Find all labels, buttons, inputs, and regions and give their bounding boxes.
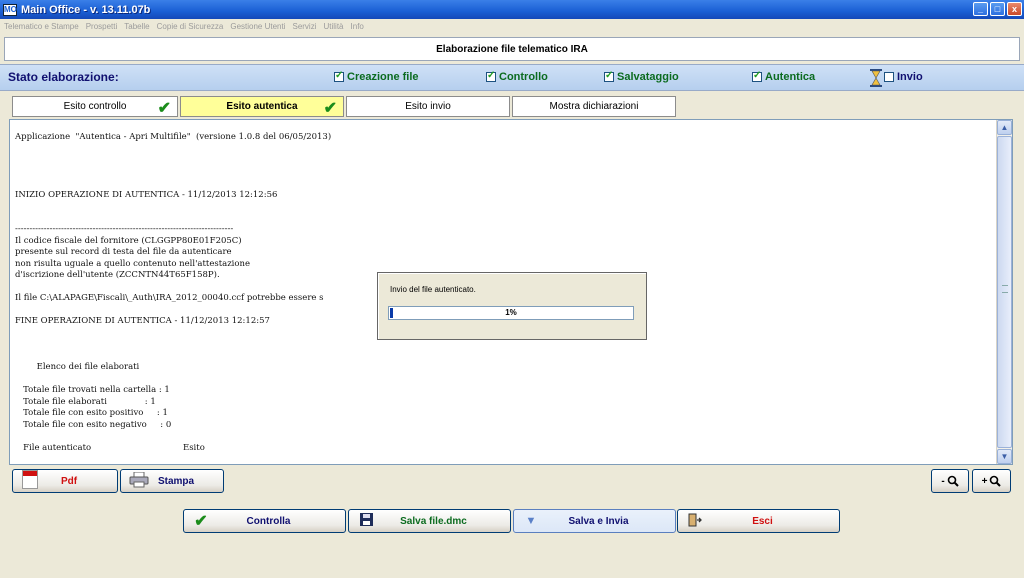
tab-label: Mostra dichiarazioni [549, 101, 639, 112]
tab-esito-controllo[interactable]: Esito controllo ✔ [12, 96, 178, 117]
controlla-button[interactable]: ✔ Controlla [183, 509, 346, 533]
magnifier-icon [947, 475, 959, 487]
checkbox-icon [486, 70, 496, 82]
step-label: Creazione file [347, 71, 419, 83]
checkbox-icon [884, 72, 894, 82]
step-invio: Invio [884, 71, 923, 83]
floppy-disk-icon [357, 513, 375, 529]
menu-tabelle[interactable]: Tabelle [124, 22, 149, 31]
checkbox-icon [604, 70, 614, 82]
menu-gestione-utenti[interactable]: Gestione Utenti [230, 22, 285, 31]
tab-esito-invio[interactable]: Esito invio [346, 96, 510, 117]
menu-telematico[interactable]: Telematico e Stampe [4, 22, 79, 31]
stampa-button[interactable]: Stampa [120, 469, 224, 493]
menu-info[interactable]: Info [351, 22, 364, 31]
button-content: + [973, 475, 1010, 487]
exit-door-icon [686, 513, 704, 530]
tab-mostra-dichiarazioni[interactable]: Mostra dichiarazioni [512, 96, 676, 117]
progress-percent: 1% [505, 308, 517, 317]
step-label: Controllo [499, 71, 548, 83]
hourglass-icon [870, 69, 882, 87]
button-label: Pdf [60, 475, 78, 487]
step-label: Invio [897, 71, 923, 83]
button-label: Esci [752, 515, 773, 527]
step-creazione-file: Creazione file [334, 70, 419, 83]
pdf-icon [21, 470, 39, 492]
state-bar: Stato elaborazione: Creazione file Contr… [0, 64, 1024, 91]
button-label: Salva e Invia [568, 515, 629, 527]
check-icon: ✔ [157, 100, 171, 117]
button-content: - [932, 475, 968, 487]
step-salvataggio: Salvataggio [604, 70, 679, 83]
tab-esito-autentica[interactable]: Esito autentica ✔ [180, 96, 344, 117]
menu-copie-sicurezza[interactable]: Copie di Sicurezza [157, 22, 224, 31]
progress-message: Invio del file autenticato. [390, 285, 476, 294]
app-icon: MO [3, 3, 17, 16]
step-label: Salvataggio [617, 71, 679, 83]
progress-bar: 1% [388, 306, 634, 320]
printer-icon [129, 471, 149, 491]
scroll-thumb[interactable] [997, 136, 1012, 448]
scroll-up-icon[interactable]: ▲ [997, 120, 1012, 135]
step-autentica: Autentica [752, 70, 816, 83]
send-arrow-icon: ▼ [525, 515, 537, 527]
button-label: + [981, 475, 988, 487]
maximize-button[interactable]: □ [990, 2, 1005, 16]
tab-label: Esito autentica [226, 101, 298, 112]
check-icon: ✔ [194, 513, 208, 530]
result-tabs: Esito controllo ✔ Esito autentica ✔ Esit… [12, 96, 676, 117]
button-label: Controlla [246, 515, 291, 527]
window-controls: _ □ x [973, 2, 1022, 16]
pdf-button[interactable]: Pdf [12, 469, 118, 493]
tab-label: Esito controllo [63, 101, 127, 112]
menu-bar: Telematico e Stampe Prospetti Tabelle Co… [0, 19, 1024, 33]
checkbox-icon [752, 70, 762, 82]
check-icon: ✔ [323, 100, 337, 117]
menu-servizi[interactable]: Servizi [292, 22, 316, 31]
zoom-in-button[interactable]: + [972, 469, 1011, 493]
zoom-out-button[interactable]: - [931, 469, 969, 493]
page-title: Elaborazione file telematico IRA [4, 37, 1020, 61]
button-label: Salva file.dmc [400, 515, 467, 527]
menu-prospetti[interactable]: Prospetti [86, 22, 118, 31]
button-label: - [941, 475, 945, 487]
button-label: Stampa [157, 475, 195, 487]
window-title: Main Office - v. 13.11.07b [21, 3, 151, 16]
salva-file-button[interactable]: Salva file.dmc [348, 509, 511, 533]
minimize-button[interactable]: _ [973, 2, 988, 16]
state-label: Stato elaborazione: [8, 70, 119, 84]
vertical-scrollbar[interactable]: ▲ ▼ [996, 120, 1012, 464]
magnifier-icon [990, 475, 1002, 487]
step-controllo: Controllo [486, 70, 548, 83]
tab-label: Esito invio [405, 101, 451, 112]
scroll-down-icon[interactable]: ▼ [997, 449, 1012, 464]
title-bar: MO Main Office - v. 13.11.07b _ □ x [0, 0, 1024, 19]
salva-e-invia-button[interactable]: ▼ Salva e Invia [513, 509, 676, 533]
progress-dialog: Invio del file autenticato. 1% [377, 272, 647, 340]
checkbox-icon [334, 70, 344, 82]
esci-button[interactable]: Esci [677, 509, 840, 533]
step-label: Autentica [765, 71, 816, 83]
close-button[interactable]: x [1007, 2, 1022, 16]
menu-utilita[interactable]: Utilità [324, 22, 344, 31]
